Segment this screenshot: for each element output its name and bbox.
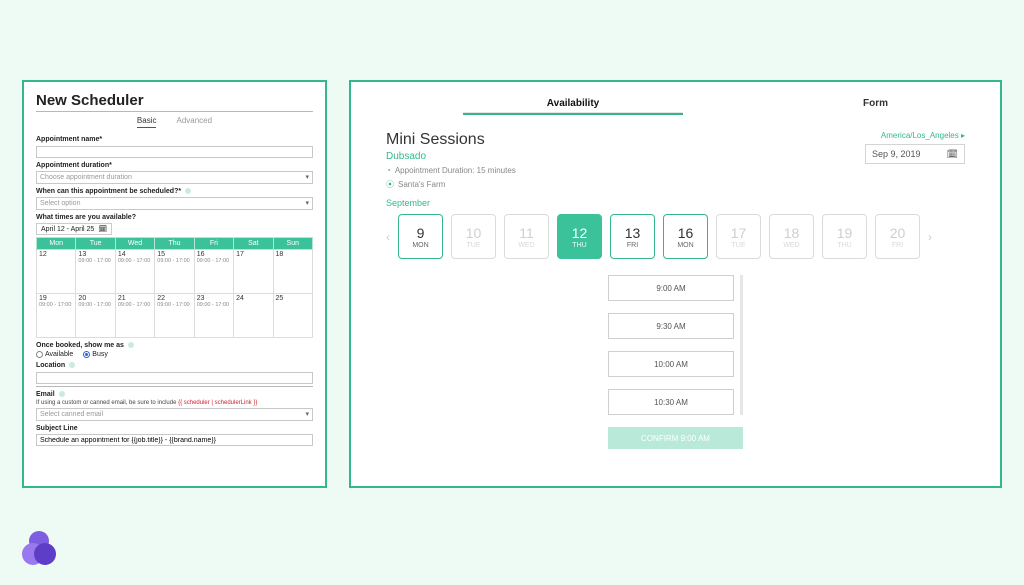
tab-basic[interactable]: Basic: [137, 116, 157, 128]
appointment-duration-select[interactable]: Choose appointment duration ▾: [36, 171, 313, 184]
calendar-cell[interactable]: 12: [37, 250, 76, 294]
day-cell: 17TUE: [716, 214, 761, 259]
pin-icon: ⦿: [386, 179, 394, 190]
calendar-cell[interactable]: 25: [273, 294, 312, 338]
calendar-day-header: Sat: [234, 238, 273, 250]
calendar-day-header: Mon: [37, 238, 76, 250]
preview-tabs: Availability Form: [386, 94, 965, 115]
tab-availability[interactable]: Availability: [463, 94, 683, 115]
radio-available[interactable]: Available: [36, 351, 73, 358]
day-cell[interactable]: 16MON: [663, 214, 708, 259]
booked-status-label: Once booked, show me as: [36, 342, 313, 349]
day-cell: 20FRI: [875, 214, 920, 259]
day-cell[interactable]: 12THU: [557, 214, 602, 259]
schedule-window-label: When can this appointment be scheduled?*: [36, 188, 313, 195]
info-icon[interactable]: [69, 362, 75, 368]
editor-tabs: Basic Advanced: [36, 116, 313, 128]
tab-advanced[interactable]: Advanced: [176, 116, 212, 128]
time-slot[interactable]: 10:30 AM: [608, 389, 734, 415]
calendar-day-header: Wed: [115, 238, 154, 250]
page-title: New Scheduler: [36, 92, 313, 109]
calendar-cell[interactable]: 2309:00 - 17:00: [194, 294, 233, 338]
clock-icon: ◔: [386, 166, 391, 175]
day-cell: 10TUE: [451, 214, 496, 259]
time-slot[interactable]: 10:00 AM: [608, 351, 734, 377]
month-label: September: [386, 198, 965, 208]
calendar-icon: 🗓: [947, 149, 958, 160]
availability-calendar: MonTueWedThuFriSatSun 121309:00 - 17:001…: [36, 237, 313, 338]
tab-form[interactable]: Form: [863, 94, 888, 115]
chevron-down-icon: ▾: [305, 173, 309, 181]
calendar-cell[interactable]: 17: [234, 250, 273, 294]
calendar-day-header: Thu: [155, 238, 194, 250]
location-label: Location: [36, 362, 313, 369]
calendar-cell[interactable]: 1609:00 - 17:00: [194, 250, 233, 294]
day-cell: 19THU: [822, 214, 867, 259]
date-picker[interactable]: Sep 9, 2019 🗓: [865, 144, 965, 164]
email-help-text: If using a custom or canned email, be su…: [36, 400, 313, 406]
info-icon[interactable]: [128, 342, 134, 348]
next-days-button[interactable]: ›: [928, 230, 932, 244]
calendar-day-header: Sun: [273, 238, 312, 250]
appointment-duration-label: Appointment duration*: [36, 162, 313, 169]
location-input[interactable]: [36, 372, 313, 384]
canned-email-select[interactable]: Select canned email ▾: [36, 408, 313, 421]
chevron-down-icon: ▾: [305, 410, 309, 418]
schedule-window-select[interactable]: Select option ▾: [36, 197, 313, 210]
prev-days-button[interactable]: ‹: [386, 230, 390, 244]
calendar-cell[interactable]: 1509:00 - 17:00: [155, 250, 194, 294]
calendar-day-header: Tue: [76, 238, 115, 250]
location-meta: ⦿ Santa's Farm: [386, 179, 516, 190]
calendar-cell[interactable]: 1409:00 - 17:00: [115, 250, 154, 294]
subject-line-input[interactable]: [36, 434, 313, 446]
duration-meta: ◔ Appointment Duration: 15 minutes: [386, 166, 516, 175]
confirm-slot-button[interactable]: CONFIRM 9:00 AM: [608, 427, 743, 449]
duration-placeholder: Choose appointment duration: [40, 174, 132, 181]
time-slot[interactable]: 9:00 AM: [608, 275, 734, 301]
calendar-cell[interactable]: 1309:00 - 17:00: [76, 250, 115, 294]
calendar-cell[interactable]: 24: [234, 294, 273, 338]
vendor-name: Dubsado: [386, 151, 516, 162]
date-range-picker[interactable]: April 12 - April 25 🗓: [36, 223, 112, 235]
appointment-title: Mini Sessions: [386, 131, 516, 149]
calendar-cell[interactable]: 2009:00 - 17:00: [76, 294, 115, 338]
canned-email-placeholder: Select canned email: [40, 411, 103, 418]
divider: [36, 386, 313, 387]
calendar-icon: 🗓: [98, 225, 107, 233]
time-slot[interactable]: 9:30 AM: [608, 313, 734, 339]
appointment-name-label: Appointment name*: [36, 136, 313, 143]
appointment-name-input[interactable]: [36, 146, 313, 158]
calendar-cell[interactable]: 1909:00 - 17:00: [37, 294, 76, 338]
time-slot-list: 9:00 AM 9:30 AM 10:00 AM 10:30 AM CONFIRM 9…: [608, 275, 743, 449]
subject-line-label: Subject Line: [36, 425, 313, 432]
brand-logo: [22, 531, 58, 567]
divider: [36, 111, 313, 112]
chevron-down-icon: ▾: [305, 199, 309, 207]
calendar-cell[interactable]: 2209:00 - 17:00: [155, 294, 194, 338]
availability-label: What times are you available?: [36, 214, 313, 221]
day-cell: 11WED: [504, 214, 549, 259]
timezone-link[interactable]: America/Los_Angeles ▸: [865, 131, 965, 140]
calendar-day-header: Fri: [194, 238, 233, 250]
info-icon[interactable]: [59, 391, 65, 397]
day-cell[interactable]: 9MON: [398, 214, 443, 259]
scheduler-preview-panel: Availability Form Mini Sessions Dubsado …: [349, 80, 1002, 488]
day-cell[interactable]: 13FRI: [610, 214, 655, 259]
info-icon[interactable]: [185, 188, 191, 194]
day-cell: 18WED: [769, 214, 814, 259]
radio-busy[interactable]: Busy: [83, 351, 108, 358]
calendar-cell[interactable]: 18: [273, 250, 312, 294]
calendar-cell[interactable]: 2109:00 - 17:00: [115, 294, 154, 338]
email-label: Email: [36, 391, 313, 398]
day-strip: ‹ 9MON10TUE11WED12THU13FRI16MON17TUE18WE…: [386, 214, 965, 259]
schedule-placeholder: Select option: [40, 200, 80, 207]
scheduler-editor-panel: New Scheduler Basic Advanced Appointment…: [22, 80, 327, 488]
booked-status-radios: Available Busy: [36, 351, 313, 358]
